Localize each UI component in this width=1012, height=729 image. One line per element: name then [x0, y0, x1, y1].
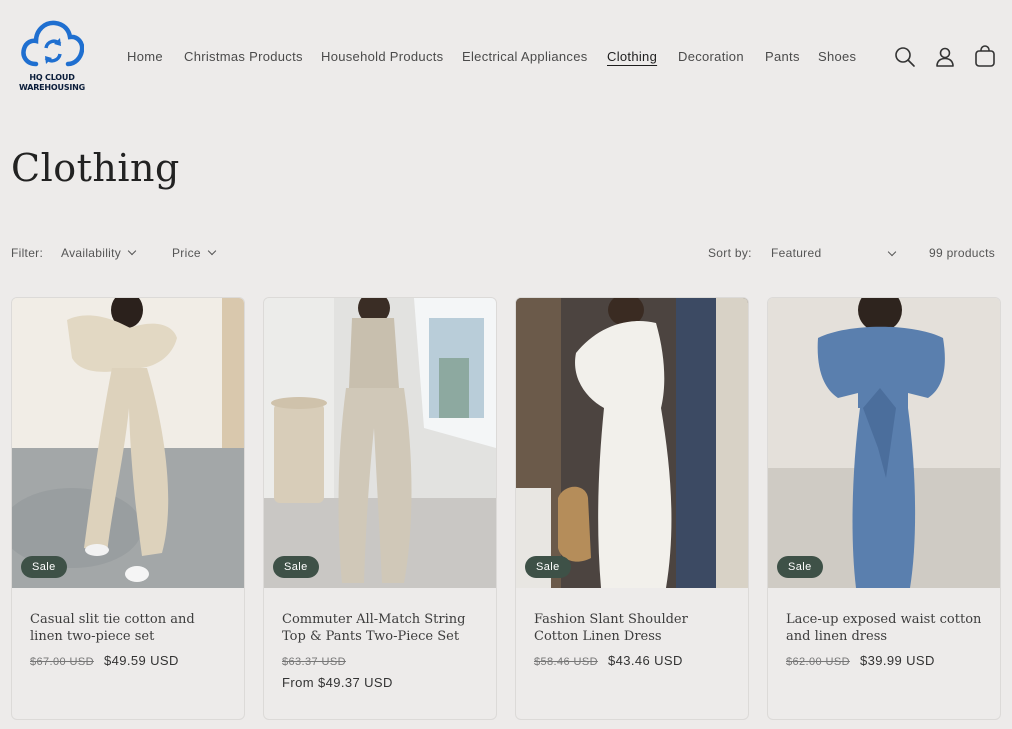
price-row: $63.37 USD [282, 653, 346, 668]
account-icon[interactable] [933, 45, 957, 69]
nav-item-household-products[interactable]: Household Products [321, 49, 443, 64]
product-image[interactable] [516, 298, 748, 588]
nav-item-decoration[interactable]: Decoration [678, 49, 744, 64]
nav-item-clothing[interactable]: Clothing [607, 49, 657, 64]
nav-item-christmas-products[interactable]: Christmas Products [184, 49, 303, 64]
sale-price: $49.59 USD [103, 653, 179, 668]
from-price: From $49.37 USD [282, 675, 393, 690]
product-image[interactable] [264, 298, 496, 588]
product-count: 99 products [929, 246, 996, 260]
sort-select[interactable]: Featured [771, 246, 897, 260]
product-name[interactable]: Casual slit tie cotton and linen two-pie… [30, 611, 230, 645]
filter-label: Filter: [11, 246, 44, 260]
nav-item-electrical-appliances[interactable]: Electrical Appliances [462, 49, 588, 64]
sale-price: $43.46 USD [607, 653, 683, 668]
brand-logo[interactable]: HQ CLOUD WAREHOUSING [18, 18, 86, 96]
filter-bar: Filter: Availability Price Sort by: Feat… [0, 246, 1012, 266]
availability-filter[interactable]: Availability [61, 246, 137, 260]
nav-item-home[interactable]: Home [127, 49, 163, 64]
compare-price: $58.46 USD [534, 656, 598, 668]
price-row: $58.46 USD $43.46 USD [534, 653, 683, 668]
page-title: Clothing [11, 146, 180, 190]
sort-value: Featured [771, 246, 822, 260]
product-name[interactable]: Lace-up exposed waist cotton and linen d… [786, 611, 986, 645]
compare-price: $63.37 USD [282, 656, 346, 668]
price-label: Price [172, 246, 201, 260]
product-image[interactable] [12, 298, 244, 588]
compare-price: $67.00 USD [30, 656, 94, 668]
product-image[interactable] [768, 298, 1000, 588]
logo-text: HQ CLOUD WAREHOUSING [18, 73, 86, 93]
sale-price: $39.99 USD [859, 653, 935, 668]
sale-badge: Sale [777, 556, 823, 578]
site-header: HQ CLOUD WAREHOUSING Home Christmas Prod… [0, 0, 1012, 115]
price-row: $67.00 USD $49.59 USD [30, 653, 179, 668]
price-filter[interactable]: Price [172, 246, 217, 260]
nav-item-shoes[interactable]: Shoes [818, 49, 856, 64]
chevron-down-icon [127, 246, 137, 256]
product-name[interactable]: Fashion Slant Shoulder Cotton Linen Dres… [534, 611, 734, 645]
sort-label: Sort by: [708, 246, 752, 260]
sale-badge: Sale [21, 556, 67, 578]
availability-label: Availability [61, 246, 122, 260]
compare-price: $62.00 USD [786, 656, 850, 668]
nav-item-pants[interactable]: Pants [765, 49, 800, 64]
cart-icon[interactable] [973, 45, 997, 69]
search-icon[interactable] [893, 45, 917, 69]
chevron-down-icon [207, 246, 217, 256]
product-card[interactable]: Sale Casual slit tie cotton and linen tw… [11, 297, 245, 720]
logo-text-line1: HQ CLOUD [29, 73, 75, 82]
sale-badge: Sale [525, 556, 571, 578]
product-card[interactable]: Sale Commuter All-Match String Top & Pan… [263, 297, 497, 720]
price-row: $62.00 USD $39.99 USD [786, 653, 935, 668]
product-name[interactable]: Commuter All-Match String Top & Pants Tw… [282, 611, 482, 645]
cloud-logo-icon [21, 20, 84, 67]
product-card[interactable]: Sale Lace-up exposed waist cotton and li… [767, 297, 1001, 720]
product-card[interactable]: Sale Fashion Slant Shoulder Cotton Linen… [515, 297, 749, 720]
sale-badge: Sale [273, 556, 319, 578]
logo-text-line2: WAREHOUSING [18, 83, 86, 92]
chevron-down-icon [887, 247, 897, 257]
